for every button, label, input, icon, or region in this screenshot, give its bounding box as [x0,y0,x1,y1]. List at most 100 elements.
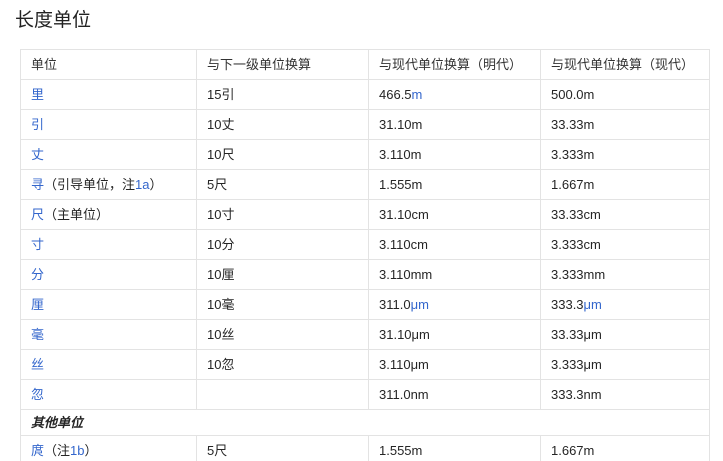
ming-cell: 311.0nm [369,379,541,409]
ming-cell: 3.110cm [369,229,541,259]
next-cell: 15引 [197,79,369,109]
cell-text: 1.667m [551,177,594,192]
unit-link[interactable]: 丝 [31,357,44,372]
si-unit-link[interactable]: μm [584,297,602,312]
cell-text: 333.3nm [551,387,602,402]
cell-text: 3.333μm [551,357,602,372]
unit-link[interactable]: 忽 [31,387,44,402]
cell-text: 10寸 [207,207,234,222]
next-cell: 10尺 [197,139,369,169]
ming-cell: 31.10μm [369,319,541,349]
cell-text: 3.333mm [551,267,605,282]
length-units-table: 单位与下一级单位换算与现代单位换算（明代）与现代单位换算（现代） 里 15引 466… [20,49,710,461]
cell-text: 33.33cm [551,207,601,222]
table-body: 里15引466.5m500.0m引10丈31.10m33.33m丈10尺3.11… [21,79,710,461]
cell-text: 10厘 [207,267,234,282]
table-row: 忽 311.0nm 333.3nm [21,379,710,409]
cell-text: 3.110μm [379,357,429,372]
cell-text: ） [85,443,98,458]
cell-text: 10忽 [207,357,234,372]
modern-cell: 500.0m [541,79,710,109]
unit-link[interactable]: 尺 [31,207,44,222]
col-header-modern-conversion: 与现代单位换算（现代） [541,49,710,79]
ming-cell: 3.110m [369,139,541,169]
modern-cell: 1.667m [541,169,710,199]
unit-link[interactable]: 分 [31,267,44,282]
modern-cell: 33.33μm [541,319,710,349]
page: 长度单位 单位与下一级单位换算与现代单位换算（明代）与现代单位换算（现代） 里1… [0,0,723,461]
unit-link[interactable]: 里 [31,87,44,102]
col-header-unit: 单位 [21,49,197,79]
unit-link[interactable]: 寻 [31,177,44,192]
unit-cell: 毫 [21,319,197,349]
cell-text: 466.5 [379,87,412,102]
next-cell: 10分 [197,229,369,259]
cell-text: 5尺 [207,177,227,192]
cell-text: 33.33μm [551,327,602,342]
modern-cell: 1.667m [541,435,710,461]
cell-text: 10丈 [207,117,234,132]
unit-cell: 丈 [21,139,197,169]
cell-text: 31.10μm [379,327,430,342]
unit-cell: 丝 [21,349,197,379]
cell-text: 311.0 [379,297,411,312]
cell-text: 31.10m [379,117,422,132]
unit-cell: 庹（注1b） [21,435,197,461]
next-cell: 10丝 [197,319,369,349]
note-link[interactable]: 1a [135,177,149,192]
table-row: 尺（主单位） 10寸 31.10cm 33.33cm [21,199,710,229]
si-unit-link[interactable]: μm [411,297,429,312]
cell-text: （引导单位，注 [44,177,135,192]
unit-link[interactable]: 庹 [31,443,44,458]
section-row: 其他单位 [21,409,710,435]
cell-text: （注 [44,443,70,458]
modern-cell: 3.333μm [541,349,710,379]
next-cell: 5尺 [197,435,369,461]
cell-text: 333.3 [551,297,584,312]
unit-cell: 引 [21,109,197,139]
modern-cell: 33.33cm [541,199,710,229]
next-cell: 10厘 [197,259,369,289]
next-cell: 10忽 [197,349,369,379]
cell-text: 311.0nm [379,387,429,402]
table-row: 丝 10忽 3.110μm 3.333μm [21,349,710,379]
table-row: 寻（引导单位，注1a）5尺1.555m1.667m [21,169,710,199]
ming-cell: 1.555m [369,169,541,199]
cell-text: （主单位） [44,207,109,222]
table-row: 庹（注1b）5尺1.555m1.667m [21,435,710,461]
section-label: 其他单位 [21,409,710,435]
table-row: 毫 10丝 31.10μm 33.33μm [21,319,710,349]
table-row: 里15引466.5m500.0m [21,79,710,109]
unit-link[interactable]: 寸 [31,237,44,252]
unit-link[interactable]: 厘 [31,297,44,312]
unit-cell: 忽 [21,379,197,409]
cell-text: 10尺 [207,147,234,162]
unit-cell: 分 [21,259,197,289]
unit-link[interactable]: 引 [31,117,44,132]
modern-cell: 333.3μm [541,289,710,319]
unit-link[interactable]: 毫 [31,327,44,342]
cell-text: 15引 [207,87,234,102]
ming-cell: 31.10m [369,109,541,139]
cell-text: 3.333cm [551,237,601,252]
cell-text: 3.110cm [379,237,428,252]
table-header: 单位与下一级单位换算与现代单位换算（明代）与现代单位换算（现代） [21,49,710,79]
note-link[interactable]: 1b [70,443,84,458]
unit-cell: 里 [21,79,197,109]
cell-text: 3.110mm [379,267,432,282]
unit-cell: 尺（主单位） [21,199,197,229]
modern-cell: 333.3nm [541,379,710,409]
next-cell: 5尺 [197,169,369,199]
unit-cell: 寸 [21,229,197,259]
ming-cell: 3.110μm [369,349,541,379]
col-header-next-unit: 与下一级单位换算 [197,49,369,79]
si-unit-link[interactable]: m [412,87,423,102]
cell-text: 10毫 [207,297,234,312]
next-cell: 10毫 [197,289,369,319]
ming-cell: 31.10cm [369,199,541,229]
ming-cell: 466.5m [369,79,541,109]
unit-link[interactable]: 丈 [31,147,44,162]
cell-text: 1.555m [379,443,422,458]
cell-text: 10分 [207,237,234,252]
header-row: 单位与下一级单位换算与现代单位换算（明代）与现代单位换算（现代） [21,49,710,79]
